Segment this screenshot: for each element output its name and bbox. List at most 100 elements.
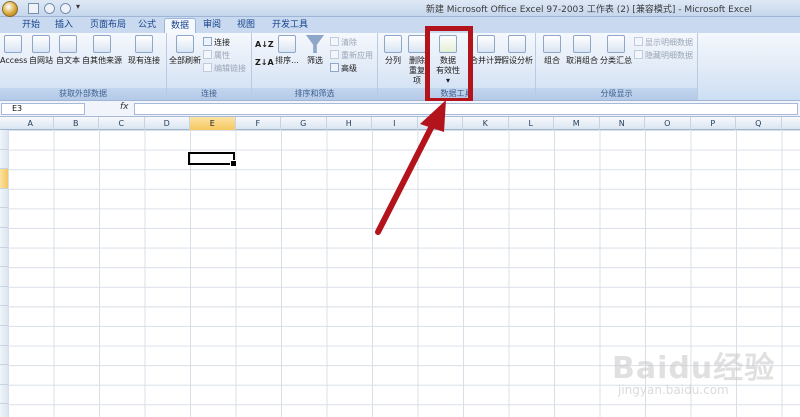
tab-insert[interactable]: 插入 [50, 18, 78, 33]
connections-button[interactable]: 连接 [203, 37, 230, 48]
tab-view[interactable]: 视图 [232, 18, 260, 33]
tab-developer[interactable]: 开发工具 [268, 18, 312, 33]
reapply-label: 重新应用 [341, 51, 373, 60]
from-web-button[interactable]: 自网站 [28, 35, 54, 66]
sort-descending-button[interactable]: Z↓A [255, 57, 274, 68]
row-header[interactable] [0, 365, 8, 385]
column-header[interactable]: O [645, 117, 691, 130]
insert-function-icon[interactable]: fx [120, 102, 129, 112]
advanced-filter-label: 高级 [341, 64, 357, 73]
row-header[interactable] [0, 326, 8, 346]
column-header[interactable]: C [99, 117, 145, 130]
what-if-label: 假设分析 [501, 56, 533, 65]
sort-icon [278, 35, 296, 53]
row-header[interactable] [0, 267, 8, 287]
row-header[interactable] [0, 188, 8, 209]
text-to-columns-label: 分列 [385, 56, 401, 65]
row-header[interactable] [0, 286, 8, 307]
web-icon [32, 35, 50, 53]
consolidate-button[interactable]: 合并计算 [470, 35, 502, 66]
column-header[interactable]: L [509, 117, 554, 130]
connections-icon [203, 37, 212, 46]
ungroup-label: 取消组合 [566, 56, 598, 65]
title-bar: ▾ 新建 Microsoft Office Excel 97-2003 工作表 … [0, 0, 800, 17]
sort-ascending-button[interactable]: A↓Z [255, 39, 274, 50]
column-header[interactable]: J [418, 117, 463, 130]
ungroup-button[interactable]: 取消组合 [566, 35, 598, 66]
column-header[interactable]: K [463, 117, 509, 130]
active-cell[interactable] [188, 152, 237, 167]
clear-filter-button[interactable]: 清除 [330, 37, 357, 48]
edit-links-icon [203, 63, 212, 72]
row-header[interactable] [0, 404, 8, 417]
what-if-icon [508, 35, 526, 53]
advanced-filter-button[interactable]: 高级 [330, 63, 357, 74]
name-box[interactable]: E3 [1, 103, 85, 115]
column-header[interactable]: G [281, 117, 327, 130]
existing-connections-label: 现有连接 [128, 56, 160, 65]
column-header[interactable]: I [372, 117, 418, 130]
edit-links-label: 编辑链接 [214, 64, 246, 73]
show-detail-button[interactable]: 显示明细数据 [634, 37, 693, 48]
reapply-button[interactable]: 重新应用 [330, 50, 373, 61]
hide-detail-label: 隐藏明细数据 [645, 51, 693, 60]
sort-button[interactable]: 排序... [272, 35, 302, 66]
remove-duplicates-label-2: 重复项 [409, 66, 425, 85]
column-header[interactable]: H [327, 117, 372, 130]
existing-connections-button[interactable]: 现有连接 [126, 35, 162, 66]
window-title: 新建 Microsoft Office Excel 97-2003 工作表 (2… [425, 5, 752, 15]
group-label: 组合 [544, 56, 560, 65]
other-sources-icon [93, 35, 111, 53]
tab-review[interactable]: 审阅 [198, 18, 226, 33]
row-header[interactable] [0, 228, 8, 248]
column-header[interactable]: P [691, 117, 736, 130]
tab-formulas[interactable]: 公式 [134, 18, 160, 33]
highlight-box [425, 26, 473, 103]
row-header[interactable] [0, 169, 8, 189]
from-other-sources-label: 自其他来源 [82, 56, 122, 65]
row-header[interactable] [0, 345, 8, 366]
column-header[interactable]: F [236, 117, 281, 130]
watermark-url: jingyan.baidu.com [618, 383, 729, 397]
row-header[interactable] [0, 208, 8, 228]
show-detail-icon [634, 37, 643, 46]
from-text-button[interactable]: 自文本 [55, 35, 81, 66]
reapply-icon [330, 50, 339, 59]
from-other-sources-button[interactable]: 自其他来源 [82, 35, 122, 66]
refresh-all-button[interactable]: 全部刷新 [169, 35, 201, 66]
hide-detail-icon [634, 50, 643, 59]
formula-input[interactable] [134, 103, 798, 115]
row-header[interactable] [0, 247, 8, 268]
column-header[interactable]: D [145, 117, 190, 130]
row-headers [0, 130, 8, 417]
column-header[interactable]: E [190, 117, 236, 130]
column-header[interactable]: N [600, 117, 645, 130]
edit-links-button[interactable]: 编辑链接 [203, 63, 246, 74]
column-header[interactable]: M [554, 117, 600, 130]
advanced-filter-icon [330, 63, 339, 72]
from-access-button[interactable]: Access [0, 35, 27, 66]
subtotal-icon [607, 35, 625, 53]
text-file-icon [59, 35, 77, 53]
text-to-columns-button[interactable]: 分列 [380, 35, 406, 66]
properties-button[interactable]: 属性 [203, 50, 230, 61]
row-header[interactable] [0, 149, 8, 170]
funnel-icon [306, 35, 324, 53]
from-text-label: 自文本 [56, 56, 80, 65]
hide-detail-button[interactable]: 隐藏明细数据 [634, 50, 693, 61]
group-label-external-data: 获取外部数据 [0, 88, 166, 100]
column-header[interactable]: Q [736, 117, 782, 130]
column-header[interactable]: B [54, 117, 99, 130]
subtotal-button[interactable]: 分类汇总 [600, 35, 632, 66]
filter-button[interactable]: 筛选 [302, 35, 328, 66]
row-header[interactable] [0, 306, 8, 326]
column-header[interactable]: A [8, 117, 54, 130]
row-header[interactable] [0, 384, 8, 405]
what-if-analysis-button[interactable]: 假设分析 [500, 35, 534, 66]
tab-page-layout[interactable]: 页面布局 [82, 18, 134, 33]
tab-data[interactable]: 数据 [164, 18, 196, 33]
tab-home[interactable]: 开始 [14, 18, 48, 33]
row-header[interactable] [0, 130, 8, 150]
watermark-logo: Baidu经验 [612, 351, 776, 386]
group-button[interactable]: 组合 [538, 35, 566, 66]
